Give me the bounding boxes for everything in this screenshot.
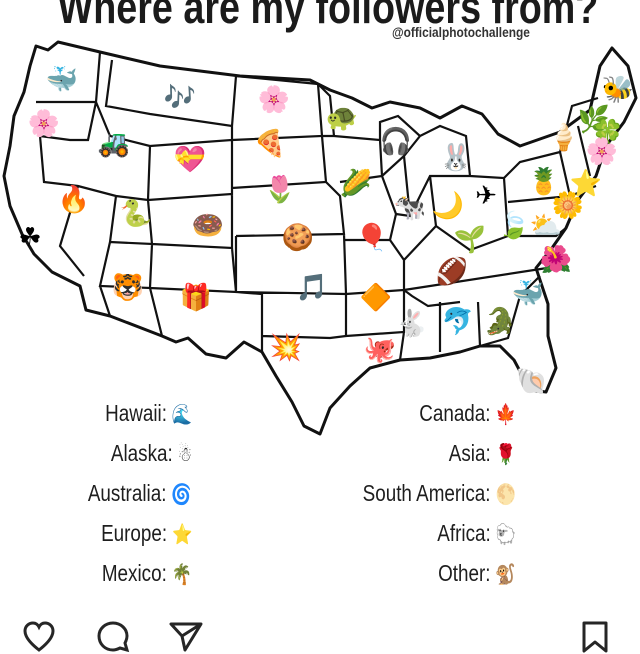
- headphones-icon: 🎧: [379, 127, 413, 157]
- balloon-icon: 🎈: [355, 223, 389, 253]
- legend-label: Africa:: [437, 520, 491, 546]
- diamond-icon: 🔶: [359, 283, 393, 313]
- music-note-icon: 🎵: [295, 273, 329, 303]
- donut-icon: 🍩: [191, 211, 225, 241]
- monkey-icon: 🐒: [495, 564, 516, 586]
- spouting-whale-icon: 🐳: [511, 279, 545, 309]
- turtle-icon: 🐢: [325, 103, 359, 133]
- music-notes-icon: 🎶: [163, 83, 197, 113]
- shell-icon: 🐚: [515, 367, 549, 397]
- full-moon-icon: 🌕: [495, 484, 516, 506]
- legend-label: Australia:: [88, 480, 167, 506]
- pizza-icon: 🍕: [253, 129, 287, 159]
- legend-africa: Africa: 🐑: [437, 520, 516, 547]
- legend-hawaii: Hawaii: 🌊: [105, 400, 192, 427]
- flower-icon: 🌸: [585, 137, 619, 167]
- moon-icon: 🌙: [431, 191, 465, 221]
- rabbit-icon: 🐰: [439, 143, 473, 173]
- legend-europe: Europe: ⭐: [101, 520, 192, 547]
- legend-canada: Canada: 🍁: [419, 400, 516, 427]
- daisy-icon: 🌼: [551, 191, 585, 221]
- corn-icon: 🌽: [339, 169, 373, 199]
- legend-alaska: Alaska: ☃: [111, 440, 192, 467]
- legend-australia: Australia: 🌀: [88, 480, 192, 507]
- legend-other: Other: 🐒: [438, 560, 516, 587]
- maple-leaf-icon: 🍁: [495, 404, 516, 426]
- fire-icon: 🔥: [57, 185, 91, 215]
- bookmark-icon[interactable]: [580, 620, 610, 654]
- cow-icon: 🐄: [393, 193, 427, 223]
- legend-asia: Asia: 🌹: [449, 440, 516, 467]
- shamrock-icon: ☘: [18, 223, 42, 253]
- bee-icon: 🐝: [601, 75, 635, 105]
- legend-label: Mexico:: [101, 560, 167, 586]
- legend-south-america: South America: 🌕: [363, 480, 516, 507]
- comment-icon[interactable]: [96, 620, 130, 654]
- rose-icon: 🌹: [495, 444, 516, 466]
- tulip-icon: 🌷: [263, 175, 297, 205]
- palm-tree-icon: 🌴: [171, 564, 192, 586]
- tiger-icon: 🐯: [111, 273, 145, 303]
- cyclone-icon: 🌀: [171, 484, 192, 506]
- snake-icon: 🐍: [119, 199, 153, 229]
- legend-label: Asia:: [448, 440, 491, 466]
- wave-icon: 🌊: [171, 404, 192, 426]
- legend-label: Other:: [438, 560, 491, 586]
- crocodile-icon: 🐊: [483, 307, 517, 337]
- send-icon[interactable]: [168, 620, 204, 654]
- legend-mexico: Mexico: 🌴: [102, 560, 192, 587]
- legend-label: Hawaii:: [104, 400, 167, 426]
- gift-icon: 🎁: [179, 283, 213, 313]
- cookie-icon: 🍪: [281, 223, 315, 253]
- seedling-icon: 🌱: [453, 225, 487, 255]
- whale-icon: 🐳: [45, 65, 79, 95]
- legend-label: South America:: [362, 480, 491, 506]
- tractor-icon: 🚜: [97, 129, 131, 159]
- hibiscus-icon: 🌺: [539, 245, 573, 275]
- airplane-icon: ✈: [475, 181, 497, 211]
- snowman-icon: ☃: [177, 444, 192, 466]
- football-icon: 🏈: [435, 257, 469, 287]
- post-action-bar: [0, 612, 640, 653]
- dolphin-icon: 🐬: [441, 307, 475, 337]
- cherry-blossom-icon: 🌸: [257, 85, 291, 115]
- heart-gift-icon: 💝: [173, 145, 207, 175]
- star-icon: ⭐: [171, 524, 192, 546]
- ice-cream-icon: 🍦: [547, 123, 581, 153]
- explosion-icon: 💥: [269, 333, 303, 363]
- legend-label: Alaska:: [110, 440, 173, 466]
- legend-label: Europe:: [100, 520, 167, 546]
- sheep-icon: 🐑: [495, 524, 516, 546]
- legend-label: Canada:: [419, 400, 491, 426]
- bunny-icon: 🐇: [395, 309, 429, 339]
- octopus-icon: 🐙: [363, 335, 397, 365]
- heart-icon[interactable]: [22, 620, 56, 654]
- leaf-icon: 🍃: [497, 211, 531, 241]
- blossom-icon: 🌸: [27, 109, 61, 139]
